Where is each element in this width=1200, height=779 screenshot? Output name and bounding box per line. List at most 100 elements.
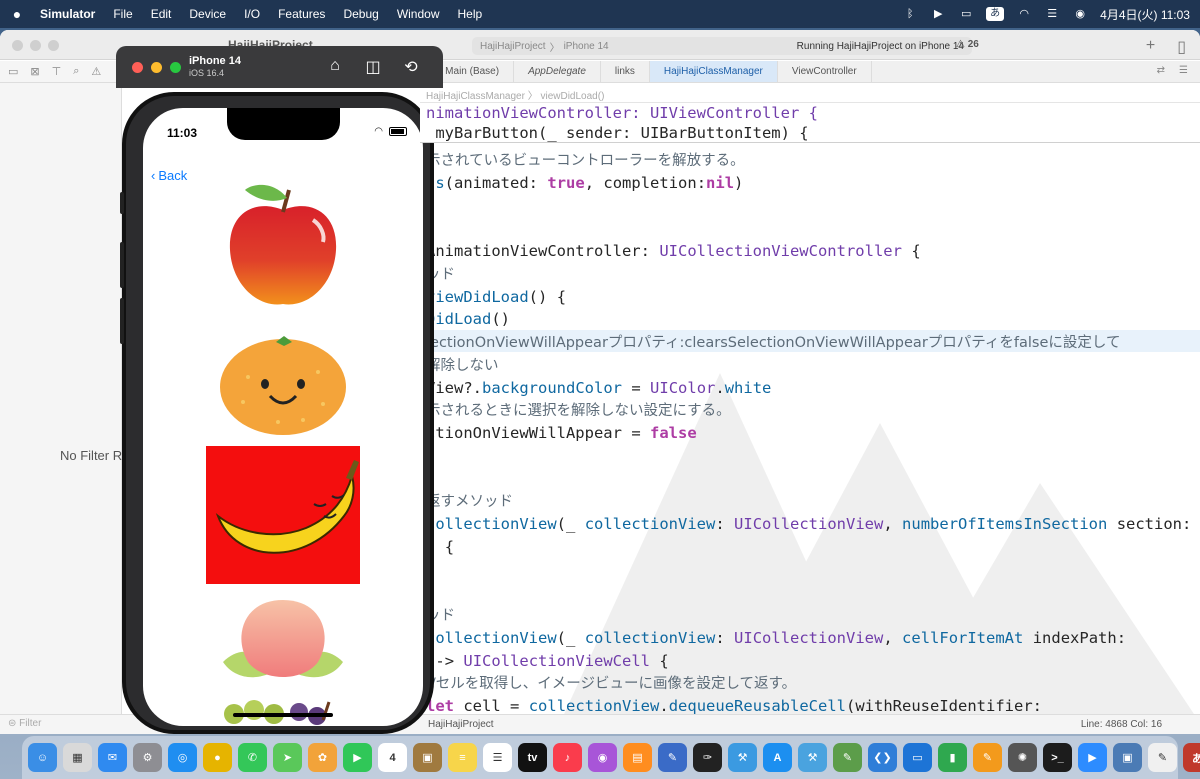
dock-app-pen[interactable]: ✑	[693, 743, 722, 772]
menu-help[interactable]: Help	[458, 7, 483, 21]
code-line[interactable]: AnimationViewController: UICollectionVie…	[426, 240, 921, 262]
rotate-icon[interactable]: ⟲	[401, 57, 421, 77]
menu-window[interactable]: Window	[397, 7, 440, 21]
dock-app-app-store[interactable]: A	[763, 743, 792, 772]
bluetooth-icon[interactable]: ᛒ	[902, 8, 918, 20]
dock-app-terminal[interactable]: >_	[1043, 743, 1072, 772]
close-button[interactable]	[12, 40, 23, 51]
dock-app-dictionary[interactable]: あ	[1183, 743, 1200, 772]
tab-links[interactable]: links	[601, 61, 650, 82]
wifi-icon[interactable]: ◠	[1016, 8, 1032, 20]
menu-device[interactable]: Device	[189, 7, 226, 21]
dock-app-launchpad[interactable]: ▦	[63, 743, 92, 772]
screenshot-icon[interactable]: ◫	[363, 57, 383, 77]
menu-edit[interactable]: Edit	[151, 7, 172, 21]
menubar-clock[interactable]: 4月4日(火) 11:03	[1100, 6, 1190, 23]
menu-debug[interactable]: Debug	[343, 7, 378, 21]
sim-minimize-button[interactable]	[151, 62, 162, 73]
code-line[interactable]: //セルを取得し、イメージビューに画像を設定して返す。	[426, 672, 796, 695]
orange-image[interactable]	[218, 332, 348, 437]
dock-app-numbers[interactable]: ▮	[938, 743, 967, 772]
dock-app-music[interactable]: ♪	[553, 743, 582, 772]
grapes-image[interactable]	[219, 696, 339, 726]
tab-appdelegate[interactable]: AppDelegate	[514, 61, 601, 82]
scheme-device[interactable]: iPhone 14	[564, 41, 609, 52]
add-icon[interactable]: +	[1146, 37, 1155, 57]
menu-io[interactable]: I/O	[244, 7, 260, 21]
menu-app-name[interactable]: Simulator	[40, 7, 95, 21]
dock-app-photos[interactable]: ✿	[308, 743, 337, 772]
apple-image[interactable]	[223, 180, 343, 310]
scheme-project[interactable]: HajiHajiProject	[480, 41, 546, 52]
dock-app-xcode[interactable]: ⚒	[798, 743, 827, 772]
filter-input[interactable]: Filter	[19, 718, 41, 729]
home-indicator[interactable]	[233, 713, 333, 717]
home-icon[interactable]: ⌂	[325, 57, 345, 77]
dock-app-maps[interactable]: ➤	[273, 743, 302, 772]
dock-app-xcode-tool[interactable]: ⚒	[728, 743, 757, 772]
code-line[interactable]: View?.backgroundColor = UIColor.white	[426, 377, 771, 399]
battery-icon[interactable]: ▭	[958, 8, 974, 20]
dock-app-pages[interactable]: ✎	[973, 743, 1002, 772]
dock-app-facetime[interactable]: ▶	[343, 743, 372, 772]
code-line[interactable]: -> UICollectionViewCell {	[426, 650, 668, 672]
scheme-selector[interactable]: HajiHajiProject 〉 iPhone 14 Running Haji…	[472, 37, 972, 55]
sim-zoom-button[interactable]	[170, 62, 181, 73]
code-editor[interactable]: nimationViewController: UIViewController…	[420, 103, 1200, 714]
dock-app-xcode-cloud[interactable]: ✺	[1008, 743, 1037, 772]
dock-app-pencil[interactable]: ✎	[658, 743, 687, 772]
inspector-toggle-icon[interactable]: ▯	[1177, 37, 1186, 57]
code-line[interactable]: 示されているビューコントローラーを解放する。	[426, 149, 745, 172]
siri-icon[interactable]: ◉	[1072, 8, 1088, 20]
input-method-icon[interactable]: あ	[986, 7, 1005, 21]
editor-options-icon[interactable]: ☰	[1179, 65, 1188, 78]
dock-app-system-settings[interactable]: ⚙	[133, 743, 162, 772]
issue-icon[interactable]: ⚠	[91, 65, 101, 78]
dock-app-safari[interactable]: ◎	[168, 743, 197, 772]
swap-icon[interactable]: ⇄	[1157, 65, 1165, 78]
play-icon[interactable]: ▶	[930, 8, 946, 20]
warning-count[interactable]: ⚠ 26	[956, 39, 979, 50]
dock-app-podcasts[interactable]: ◉	[588, 743, 617, 772]
dock-app-zoom[interactable]: ▶	[1078, 743, 1107, 772]
dock-app-finder[interactable]: ☺	[28, 743, 57, 772]
code-line[interactable]: let cell = collectionView.dequeueReusabl…	[426, 695, 1042, 714]
dock-app-apple-tv[interactable]: tv	[518, 743, 547, 772]
dock-app-messages[interactable]: ✆	[238, 743, 267, 772]
code-line[interactable]: 解除しない	[426, 354, 499, 377]
zoom-button[interactable]	[48, 40, 59, 51]
jump-bar[interactable]: HajiHajiClassManager 〉 viewDidLoad()	[420, 83, 1200, 103]
dock-app-mail[interactable]: ✉	[98, 743, 127, 772]
peach-image[interactable]	[218, 592, 348, 687]
hierarchy-icon[interactable]: ⊤	[52, 65, 62, 78]
sim-close-button[interactable]	[132, 62, 143, 73]
code-line[interactable]: collectionView(_ collectionView: UIColle…	[426, 627, 1126, 649]
code-line[interactable]: 返すメソッド	[426, 490, 513, 513]
source-control-icon[interactable]: ⊠	[30, 65, 39, 78]
dock-app-reminders[interactable]: ☰	[483, 743, 512, 772]
apple-logo-icon[interactable]: ●	[10, 6, 24, 22]
minimize-button[interactable]	[30, 40, 41, 51]
code-line[interactable]: 示されるときに選択を解除しない設定にする。	[426, 399, 731, 422]
dock-app-preview[interactable]: ▣	[1113, 743, 1142, 772]
menu-file[interactable]: File	[113, 7, 132, 21]
code-line[interactable]: viewDidLoad() {	[426, 286, 566, 308]
back-button[interactable]: ‹ Back	[151, 168, 187, 183]
search-icon[interactable]: ⌕	[73, 65, 79, 78]
dock-app-calendar[interactable]: 4	[378, 743, 407, 772]
banana-image[interactable]	[206, 446, 360, 584]
folder-icon[interactable]: ▭	[8, 65, 18, 78]
code-line[interactable]: collectionView(_ collectionView: UIColle…	[426, 513, 1191, 535]
dock-app-instruments[interactable]: ✎	[833, 743, 862, 772]
dock-app-vs-code[interactable]: ❮❯	[868, 743, 897, 772]
code-line[interactable]: DidLoad()	[426, 308, 510, 330]
dock-app-keynote[interactable]: ▭	[903, 743, 932, 772]
code-line[interactable]: ss(animated: true, completion:nil)	[426, 172, 743, 194]
code-line[interactable]: lectionOnViewWillAppearプロパティ:clearsSelec…	[426, 331, 1120, 354]
control-center-icon[interactable]: ☰	[1044, 8, 1060, 20]
tab-viewcontroller[interactable]: ViewController	[778, 61, 872, 82]
dock-app-textedit[interactable]: ✎	[1148, 743, 1177, 772]
dock-app-books[interactable]: ▤	[623, 743, 652, 772]
code-line[interactable]: ctionOnViewWillAppear = false	[426, 422, 697, 444]
dock-app-chrome[interactable]: ●	[203, 743, 232, 772]
